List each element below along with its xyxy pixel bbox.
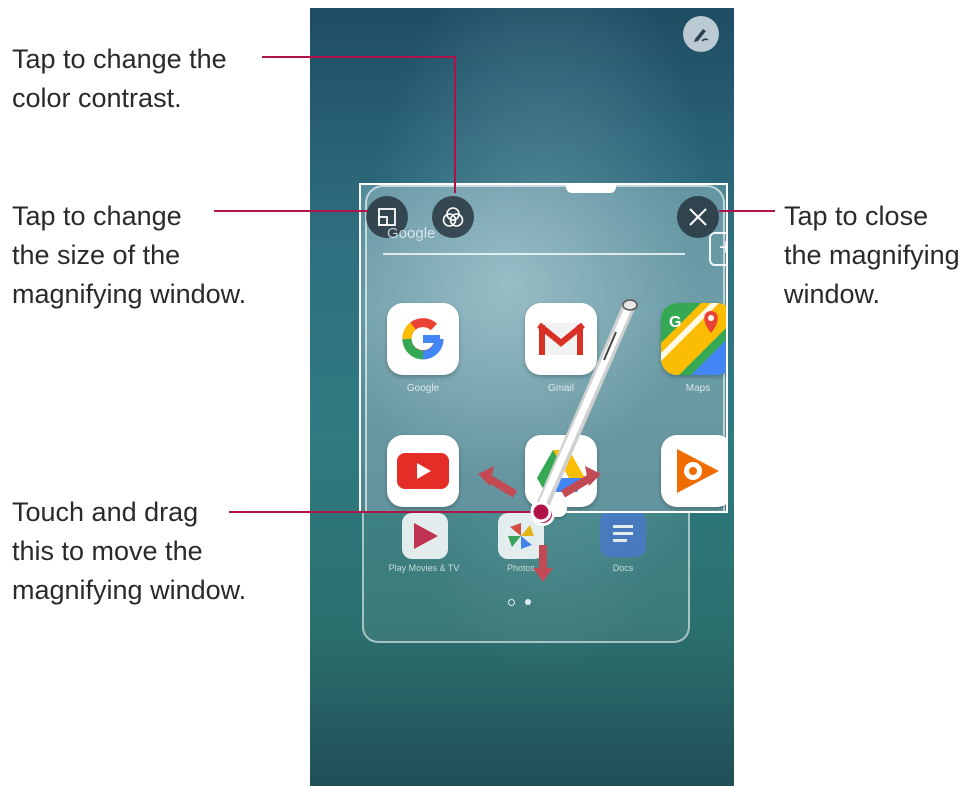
callout-color-contrast: Tap to change the color contrast. (12, 40, 227, 118)
google-app[interactable] (387, 303, 459, 375)
search-widget-label: Google (387, 225, 436, 242)
callout-text-line: this to move the (12, 536, 203, 566)
youtube-app[interactable] (387, 435, 459, 507)
callout-text-line: magnifying window. (12, 575, 247, 605)
page-dot-active[interactable] (525, 599, 531, 605)
callout-window-size: Tap to change the size of the magnifying… (12, 197, 246, 314)
search-widget-underline (383, 253, 685, 255)
pen-icon (694, 29, 709, 42)
drive-icon (537, 450, 585, 492)
drive-app[interactable] (525, 435, 597, 507)
app-label: Photos (506, 563, 536, 573)
callout-text-line: the magnifying (784, 240, 960, 270)
app-label: Gmail (547, 383, 575, 394)
app-label: Docs (612, 563, 634, 573)
callout-text-line: the size of the (12, 240, 181, 270)
color-contrast-button[interactable] (432, 196, 474, 238)
docs-app[interactable] (600, 511, 646, 557)
play-music-app[interactable] (661, 435, 726, 507)
gmail-icon (537, 322, 585, 355)
play-music-icon (677, 449, 719, 493)
app-label: Google (406, 383, 440, 394)
callout-text-line: Tap to close (784, 201, 929, 231)
add-button[interactable]: + (709, 232, 726, 266)
page-indicator (508, 599, 531, 606)
pen-button[interactable] (683, 16, 719, 52)
svg-text:G: G (669, 314, 681, 331)
play-movies-app[interactable] (402, 513, 448, 559)
app-label: Play Movies & TV (388, 563, 460, 573)
drag-touch-point[interactable] (531, 502, 555, 526)
google-icon (402, 318, 444, 360)
phone-screen: Play Movies & TV Photos Docs Google Goog… (310, 8, 734, 786)
callout-text-line: window. (784, 279, 881, 309)
callout-text-line: Touch and drag (12, 497, 199, 527)
app-label: Maps (685, 383, 711, 394)
close-icon (689, 208, 707, 226)
page-dot[interactable] (508, 599, 515, 606)
maps-icon: G (661, 303, 726, 375)
maps-app[interactable]: G (661, 303, 726, 375)
callout-text-line: Tap to change the (12, 44, 227, 74)
callout-text-line: color contrast. (12, 83, 182, 113)
magnifying-window[interactable]: Google + Google Gmail (359, 183, 728, 513)
callout-close-window: Tap to close the magnifying window. (784, 197, 960, 314)
callout-move-window: Touch and drag this to move the magnifyi… (12, 493, 246, 610)
callout-text-line: Tap to change (12, 201, 182, 231)
callout-text-line: magnifying window. (12, 279, 247, 309)
youtube-icon (397, 453, 449, 489)
gmail-app[interactable] (525, 303, 597, 375)
magnifier-top-handle[interactable] (566, 185, 616, 193)
color-contrast-icon (442, 207, 464, 227)
